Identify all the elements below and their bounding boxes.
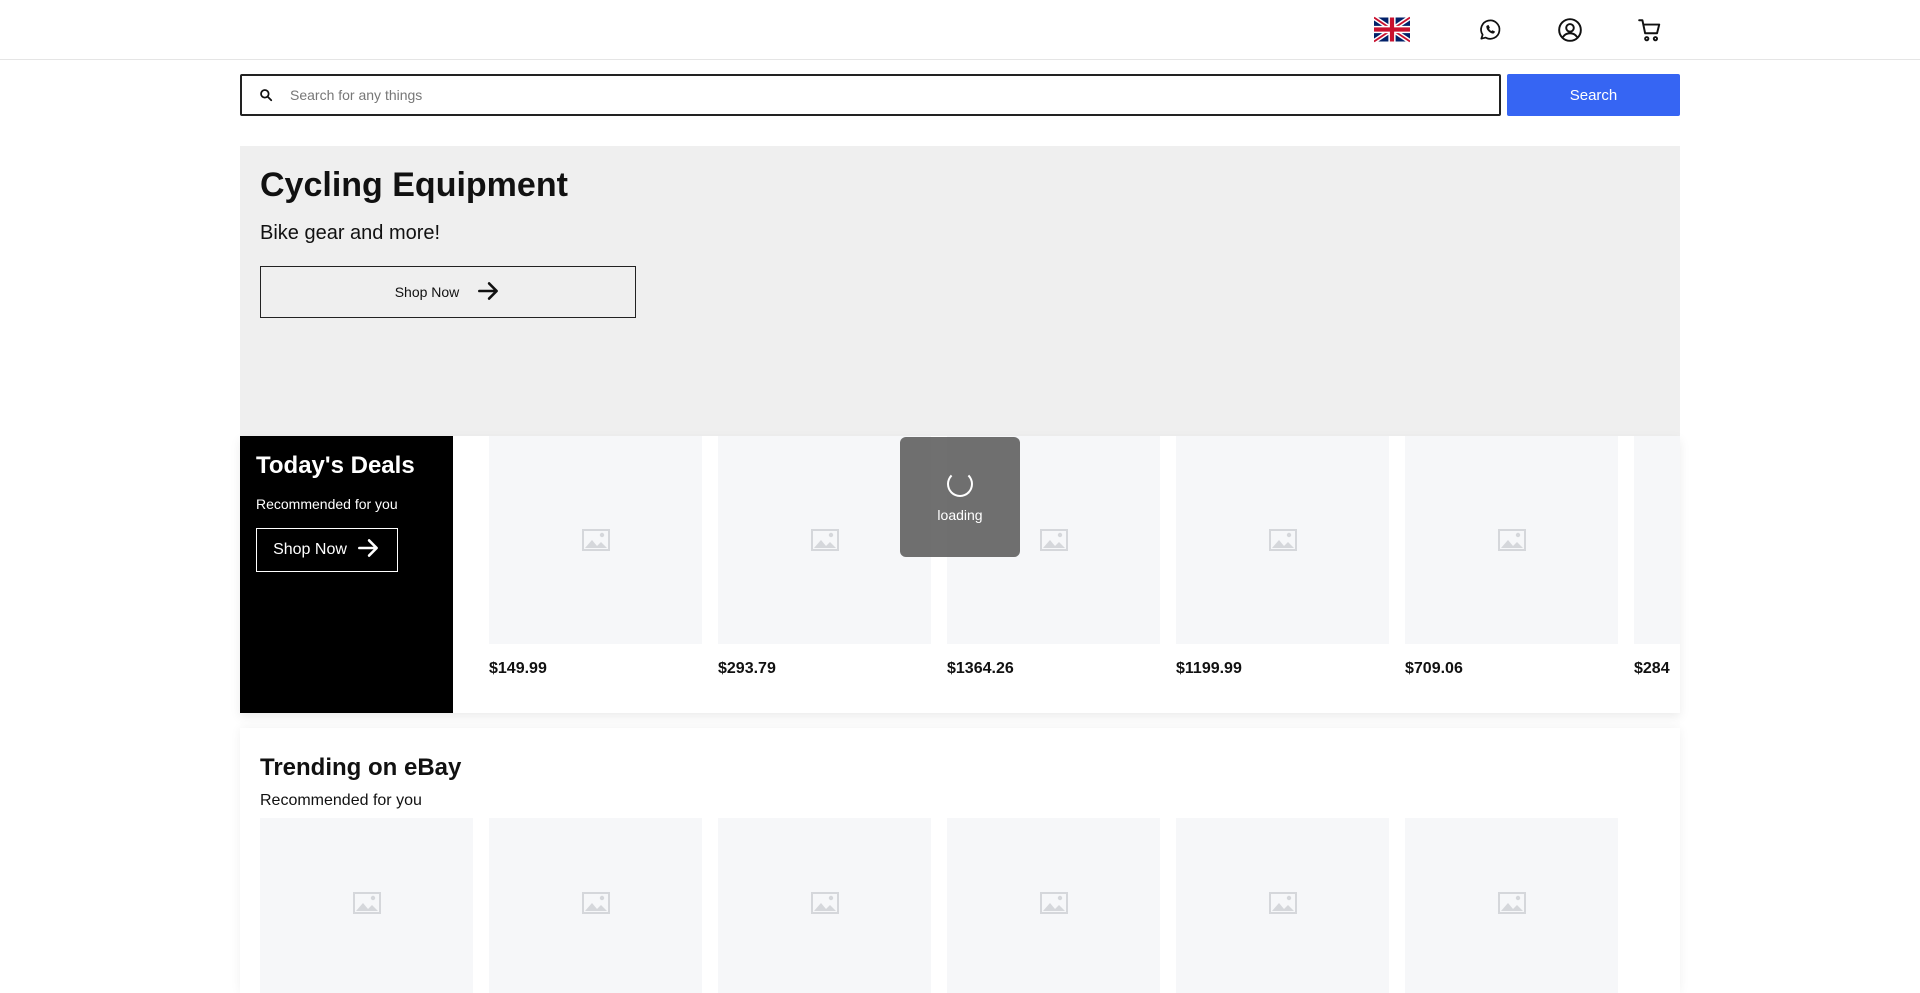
loading-label: loading [937,507,983,523]
deal-product-card[interactable]: $1199.99 [1176,436,1389,678]
arrow-right-icon [355,535,381,566]
deals-subtitle: Recommended for you [256,496,398,512]
product-price: $709.06 [1405,660,1463,677]
deals-shop-now-label: Shop Now [273,541,347,558]
hero-shop-now-label: Shop Now [394,284,460,300]
arrow-right-icon [475,278,501,307]
product-image-placeholder-icon [810,892,839,919]
spinner-icon [947,471,973,497]
deals-title: Today's Deals [256,452,415,479]
product-image-placeholder-icon [1268,892,1297,919]
product-image-placeholder-icon [581,892,610,919]
search-bar [240,74,1501,116]
search-input[interactable] [290,76,1499,114]
uk-flag-icon[interactable] [1372,15,1412,44]
hero-title: Cycling Equipment [260,166,568,204]
whatsapp-icon[interactable] [1476,16,1504,44]
product-image-placeholder-icon [352,892,381,919]
loading-overlay: loading [900,437,1020,557]
search-button[interactable]: Search [1507,74,1680,116]
deals-shop-now-button[interactable]: Shop Now [256,528,398,572]
deal-product-card[interactable]: $284 [1634,436,1680,678]
trending-product-card[interactable] [1176,818,1389,993]
search-icon [242,76,290,114]
cart-icon[interactable] [1636,16,1664,44]
product-image-placeholder-icon [1634,436,1680,644]
product-price: $284 [1634,660,1670,677]
top-header [0,0,1920,60]
hero-subtitle: Bike gear and more! [260,222,441,244]
hero-shop-now-button[interactable]: Shop Now [260,266,636,318]
product-image-placeholder-icon [1405,436,1618,644]
user-account-icon[interactable] [1556,16,1584,44]
hero-banner: Cycling Equipment Bike gear and more! Sh… [240,146,1680,436]
product-price: $1199.99 [1176,660,1242,677]
trending-product-card[interactable] [718,818,931,993]
product-image-placeholder-icon [1497,892,1526,919]
trending-product-card[interactable] [947,818,1160,993]
trending-title: Trending on eBay [260,754,462,781]
product-image-placeholder-icon [489,436,702,644]
trending-product-card[interactable] [260,818,473,993]
product-price: $1364.26 [947,660,1014,677]
deals-promo-panel: Today's Deals Recommended for you Shop N… [240,436,453,713]
product-image-placeholder-icon [1039,892,1068,919]
trending-subtitle: Recommended for you [260,792,422,809]
trending-product-card[interactable] [1405,818,1618,993]
deal-product-card[interactable]: $709.06 [1405,436,1618,678]
product-image-placeholder-icon [1176,436,1389,644]
deal-product-card[interactable]: $149.99 [489,436,702,678]
trending-section: Trending on eBay Recommended for you [240,728,1680,993]
product-price: $149.99 [489,660,547,677]
trending-product-card[interactable] [489,818,702,993]
product-price: $293.79 [718,660,776,677]
